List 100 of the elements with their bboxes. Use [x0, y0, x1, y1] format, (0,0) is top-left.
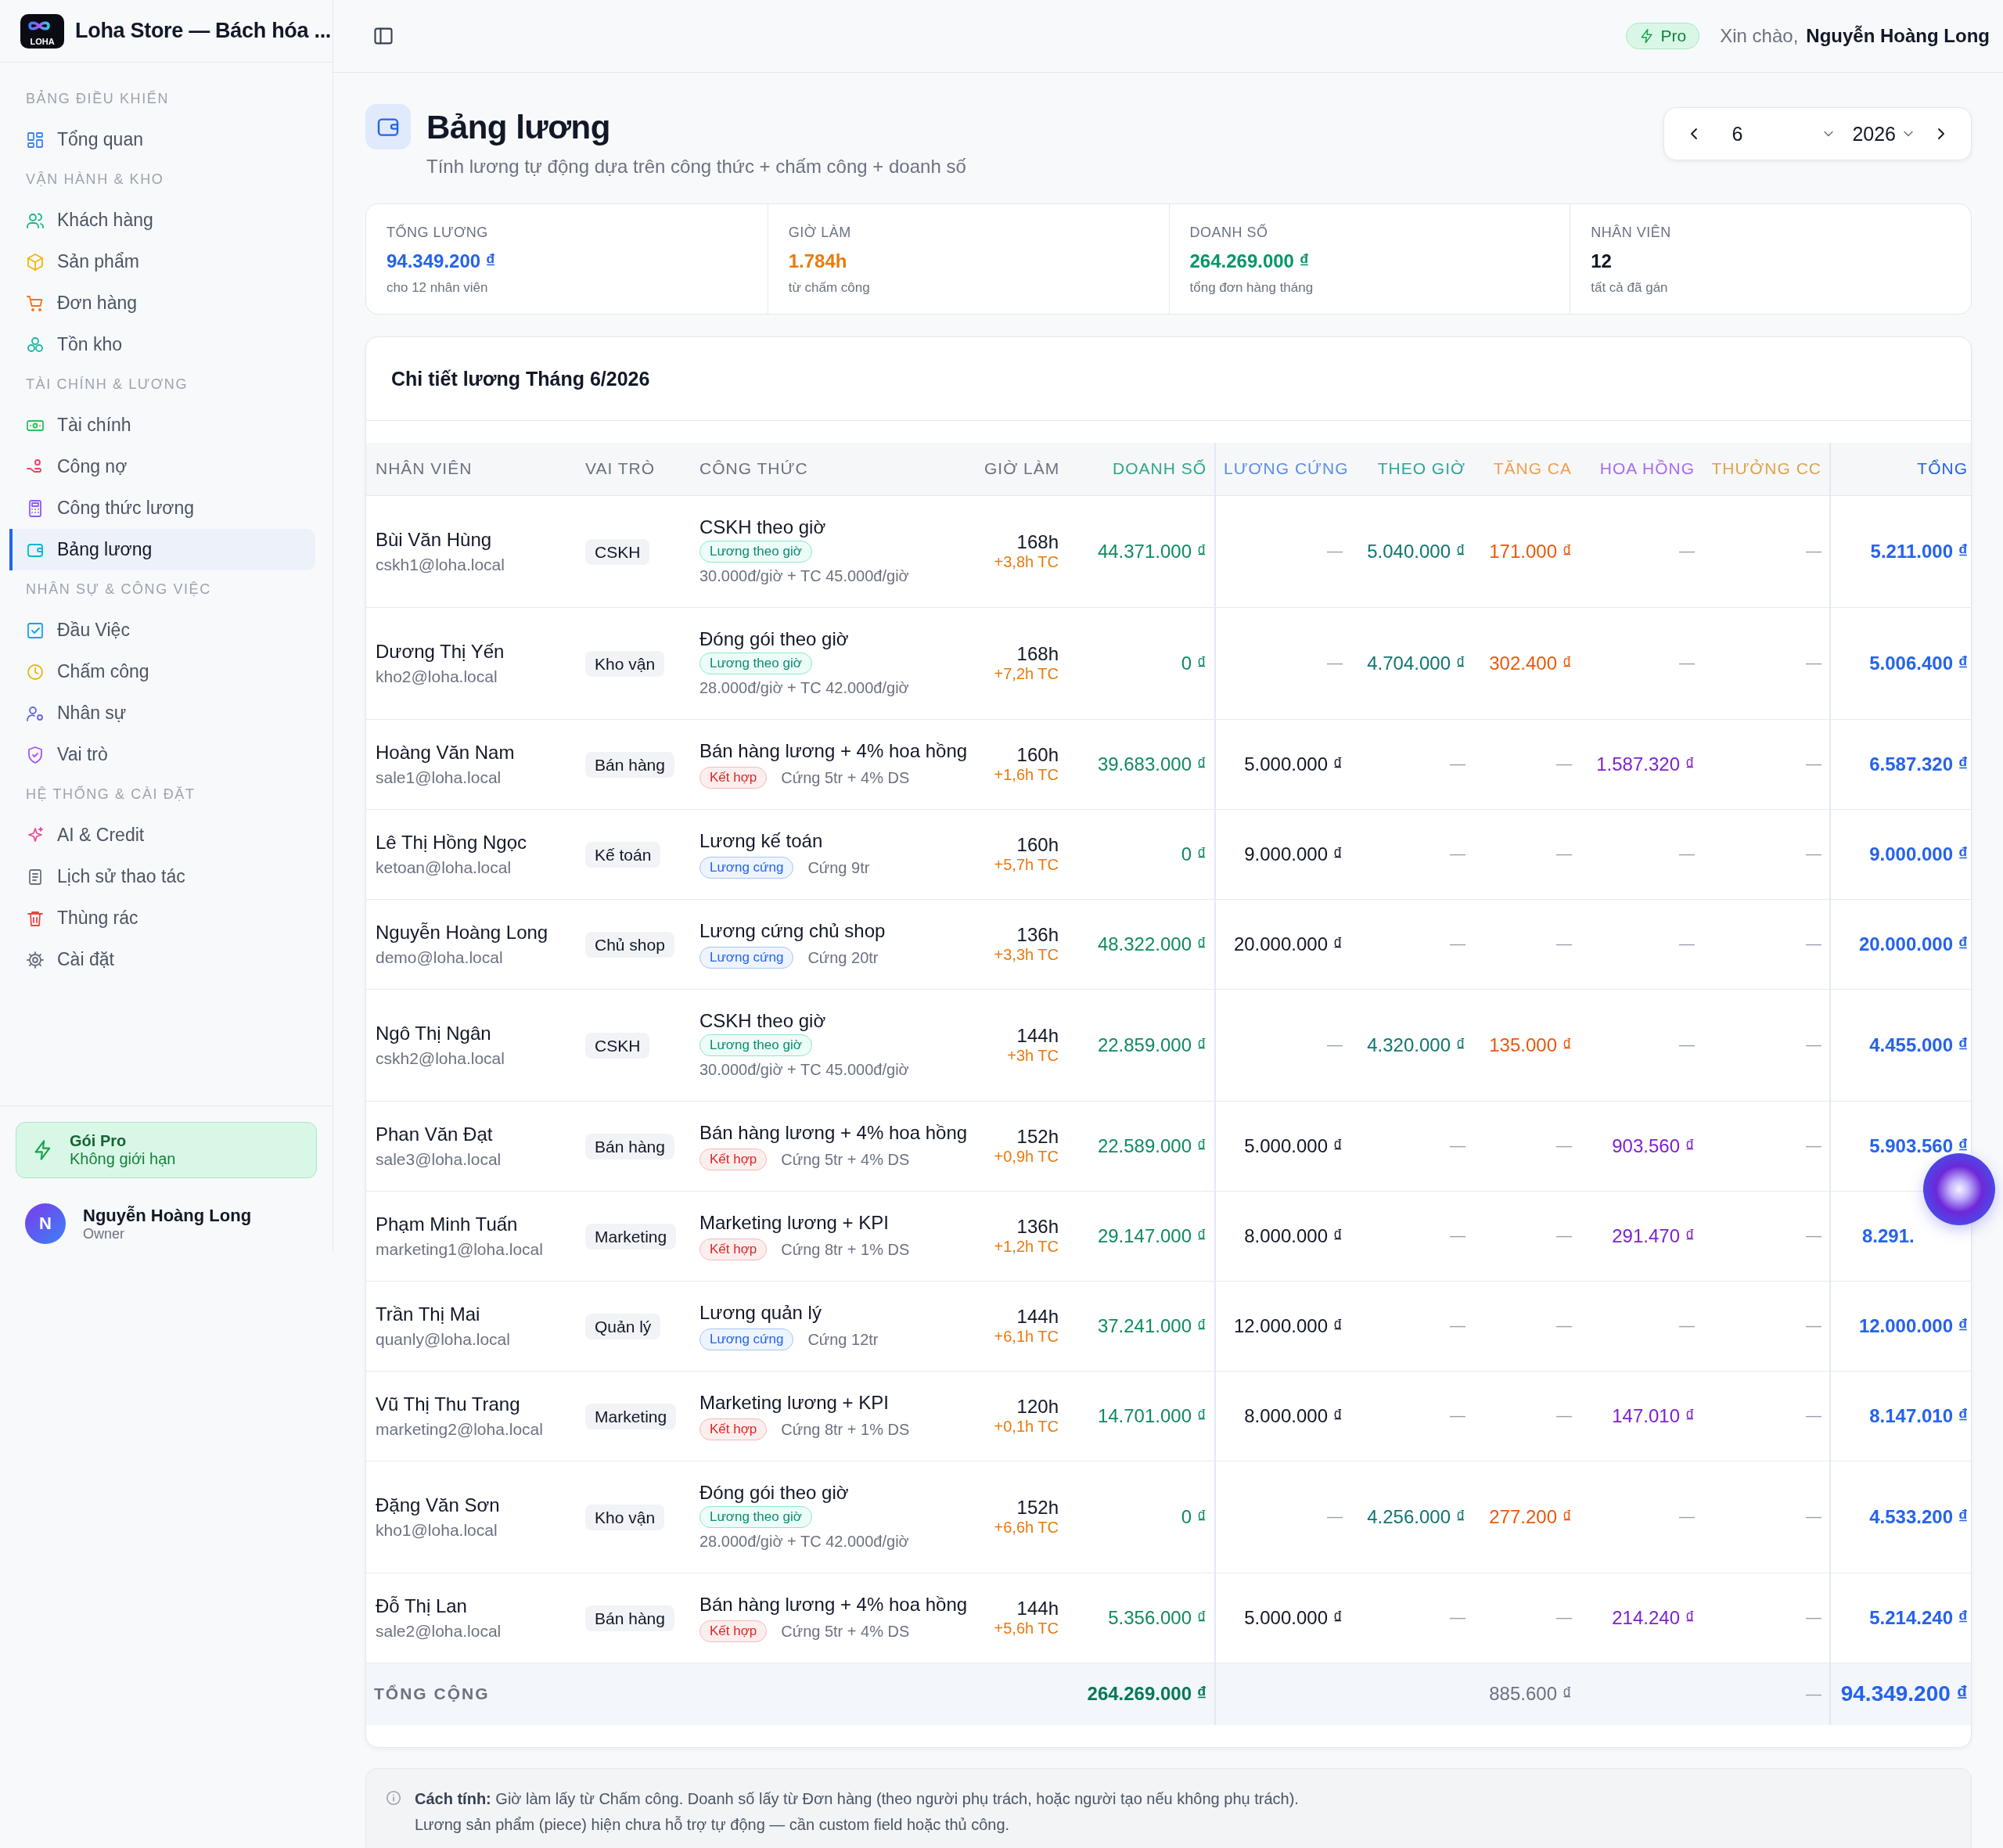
- sidebar-item[interactable]: Lịch sử thao tác: [9, 856, 315, 897]
- formula-tag: Kết hợp: [699, 1148, 768, 1170]
- table-cell: —: [1473, 1191, 1580, 1281]
- role-tag: Kho vận: [585, 650, 665, 677]
- table-cell: —: [1350, 1573, 1473, 1663]
- table-cell: 4.455.000 ₫: [1830, 989, 1971, 1101]
- table-cell: 9.000.000 ₫: [1830, 809, 1971, 899]
- year-select[interactable]: 2026: [1852, 122, 1916, 146]
- role-tag: Marketing: [585, 1403, 677, 1429]
- table-cell: —: [1350, 1191, 1473, 1281]
- column-header[interactable]: NHÂN VIÊN: [366, 443, 576, 495]
- overtime-hours: +1,6h TC: [993, 766, 1059, 784]
- section-title: HỆ THỐNG & CÀI ĐẶT: [25, 785, 196, 804]
- sidebar-item[interactable]: Đơn hàng: [9, 282, 315, 324]
- table-cell: 291.470 ₫: [1580, 1191, 1703, 1281]
- table-cell: —: [1350, 1281, 1473, 1371]
- column-header[interactable]: TỔNG: [1830, 443, 1971, 495]
- column-header[interactable]: GIỜ LÀM: [976, 443, 1066, 495]
- page-title: Bảng lương: [426, 109, 611, 146]
- avatar[interactable]: N: [25, 1203, 66, 1244]
- table-cell: —: [1473, 719, 1580, 809]
- box-icon: [26, 252, 45, 271]
- column-header[interactable]: CÔNG THỨC: [690, 443, 976, 495]
- formula-tag: Kết hợp: [699, 1238, 768, 1260]
- greeting: Xin chào,: [1720, 25, 1799, 47]
- info-icon: [385, 1789, 402, 1807]
- role-tag: Chủ shop: [585, 931, 674, 958]
- table-cell: 22.589.000 ₫: [1066, 1101, 1215, 1191]
- table-cell: 0 ₫: [1066, 1461, 1215, 1573]
- overtime-hours: +3,8h TC: [993, 553, 1059, 571]
- employee-email: sale1@loha.local: [376, 768, 502, 787]
- table-cell: —: [1473, 1573, 1580, 1663]
- overtime-hours: +3h TC: [1006, 1047, 1059, 1065]
- table-cell: —: [1703, 989, 1830, 1101]
- table-cell: —: [1350, 899, 1473, 989]
- app-title: Loha Store — Bách hóa ...: [75, 19, 332, 43]
- column-header[interactable]: VAI TRÒ: [576, 443, 690, 495]
- stat-label: NHÂN VIÊN: [1591, 225, 1672, 241]
- page-subtitle: Tính lương tự động dựa trên công thức + chấm công + doanh số: [426, 156, 967, 178]
- table-cell: 8.147.010 ₫: [1830, 1371, 1971, 1461]
- sidebar-item[interactable]: Khách hàng: [9, 200, 315, 241]
- employee-email: marketing2@loha.local: [376, 1419, 544, 1439]
- table-cell: —: [1215, 495, 1350, 607]
- plan-card[interactable]: Gói Pro Không giới hạn: [16, 1122, 317, 1178]
- sidebar-item[interactable]: Sản phẩm: [9, 241, 315, 282]
- table-cell: 22.859.000 ₫: [1066, 989, 1215, 1101]
- wallet-icon: [365, 104, 411, 149]
- formula-tag: Lương theo giờ: [699, 1034, 812, 1056]
- sidebar-item[interactable]: Nhân sự: [9, 692, 315, 734]
- formula-name: Bán hàng lương + 4% hoa hồng: [699, 1592, 969, 1616]
- sidebar-item[interactable]: Đầu Việc: [9, 609, 315, 651]
- sidebar-item[interactable]: Chấm công: [9, 651, 315, 692]
- formula-tag: Lương theo giờ: [699, 540, 812, 563]
- table-cell: —: [1215, 989, 1350, 1101]
- sidebar-item[interactable]: Công thức lương: [9, 487, 315, 529]
- sidebar-item[interactable]: Công nợ: [9, 446, 315, 487]
- sidebar-item[interactable]: Tồn kho: [9, 324, 315, 365]
- table-cell: 94.349.200 ₫: [1830, 1663, 1971, 1725]
- formula-tag: Lương cứng: [699, 946, 794, 969]
- stat-note: tổng đơn hàng tháng: [1189, 280, 1314, 296]
- table-cell: —: [1580, 989, 1703, 1101]
- employee-name: Bùi Văn Hùng: [376, 528, 493, 551]
- formula-detail: Cứng 12tr: [807, 1329, 879, 1350]
- sidebar-item[interactable]: AI & Credit: [9, 814, 315, 856]
- formula-name: Đóng gói theo giờ: [699, 1480, 850, 1505]
- formula-detail: Cứng 8tr + 1% DS: [781, 1239, 910, 1260]
- employee-email: cskh1@loha.local: [376, 555, 505, 574]
- table-cell: 8.000.000 ₫: [1215, 1191, 1350, 1281]
- table-cell: 5.214.240 ₫: [1830, 1573, 1971, 1663]
- stat-label: TỔNG LƯƠNG: [387, 225, 489, 241]
- stat-value: 12: [1591, 250, 1613, 272]
- table-cell: —: [1703, 1191, 1830, 1281]
- sidebar-item[interactable]: Bảng lương: [9, 529, 315, 570]
- sidebar-item[interactable]: Cài đặt: [9, 939, 315, 980]
- table-cell: 5.006.400 ₫: [1830, 607, 1971, 719]
- table-cell: 8.000.000 ₫: [1215, 1371, 1350, 1461]
- sidebar-item[interactable]: Thùng rác: [9, 897, 315, 939]
- table-cell: —: [1350, 1101, 1473, 1191]
- role-tag: Quản lý: [585, 1313, 661, 1339]
- table-cell: —: [1703, 809, 1830, 899]
- employee-name: Trần Thị Mai: [376, 1303, 481, 1325]
- sidebar-item[interactable]: Tài chính: [9, 404, 315, 446]
- table-cell: —: [1350, 809, 1473, 899]
- table-cell: 1.587.320 ₫: [1580, 719, 1703, 809]
- overtime-hours: +5,7h TC: [993, 856, 1059, 874]
- employee-email: sale3@loha.local: [376, 1149, 502, 1169]
- table-cell: —: [1580, 1281, 1703, 1371]
- sidebar-item[interactable]: Vai trò: [9, 734, 315, 775]
- formula-name: CSKH theo giờ: [699, 1008, 827, 1033]
- employee-email: marketing1@loha.local: [376, 1239, 544, 1259]
- table-cell: 29.147.000 ₫: [1066, 1191, 1215, 1281]
- hours-value: 136h: [1016, 1216, 1059, 1238]
- table-cell: 277.200 ₫: [1473, 1461, 1580, 1573]
- overtime-hours: +0,1h TC: [993, 1418, 1059, 1436]
- overtime-hours: +6,6h TC: [993, 1519, 1059, 1537]
- user-role: Owner: [83, 1225, 125, 1242]
- sidebar-item[interactable]: Tổng quan: [9, 119, 315, 160]
- table-cell: 48.322.000 ₫: [1066, 899, 1215, 989]
- month-select[interactable]: 6: [1719, 122, 1837, 146]
- employee-name: Đỗ Thị Lan: [376, 1595, 468, 1617]
